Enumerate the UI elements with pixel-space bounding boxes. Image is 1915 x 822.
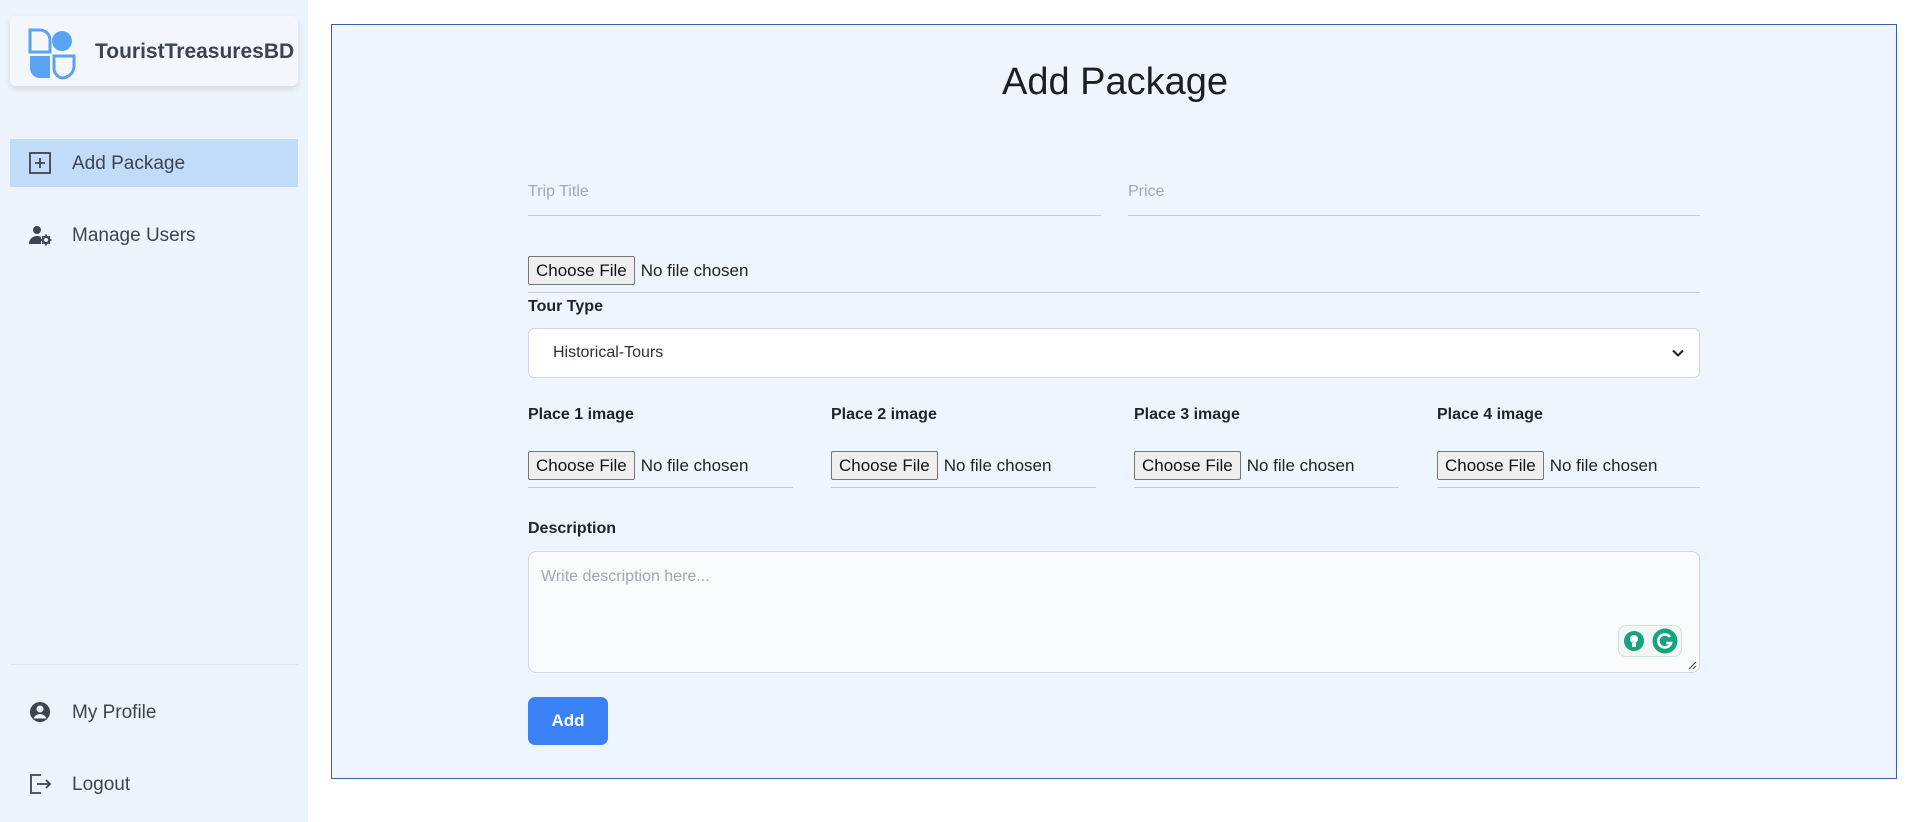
- description-textarea[interactable]: [529, 552, 1699, 672]
- price-field: [1128, 168, 1700, 216]
- main-image-field: Choose File No file chosen: [528, 249, 1700, 293]
- description-field: [528, 551, 1700, 673]
- resize-grip-icon[interactable]: [1687, 660, 1697, 670]
- sidebar-item-label: Logout: [72, 774, 131, 795]
- main-image-choose-button[interactable]: Choose File: [528, 256, 635, 285]
- grammarly-widget[interactable]: [1618, 625, 1682, 657]
- tour-type-selected-value: Historical-Tours: [553, 344, 664, 361]
- add-button[interactable]: Add: [528, 697, 608, 745]
- grammarly-g-icon: [1652, 628, 1677, 654]
- place-4-image-field: Choose File No file chosen: [1437, 444, 1700, 488]
- sidebar-item-label: Manage Users: [72, 225, 196, 246]
- sidebar-item-manage-users[interactable]: Manage Users: [10, 211, 298, 259]
- trip-title-field: [528, 168, 1101, 216]
- lightbulb-icon: [1623, 631, 1644, 651]
- place-4-image-label: Place 4 image: [1437, 406, 1543, 423]
- place-3-image-field: Choose File No file chosen: [1134, 444, 1399, 488]
- trip-title-input[interactable]: [528, 168, 1101, 215]
- place-1-image-field: Choose File No file chosen: [528, 444, 793, 488]
- page-title: Add Package: [1001, 61, 1229, 103]
- logout-icon: [30, 774, 52, 794]
- brand-card[interactable]: TouristTreasuresBD: [10, 16, 298, 86]
- place-3-choose-button[interactable]: Choose File: [1134, 451, 1241, 480]
- tour-type-select[interactable]: Historical-Tours: [528, 328, 1700, 378]
- sidebar-item-add-package[interactable]: Add Package: [10, 139, 298, 187]
- price-input[interactable]: [1128, 168, 1700, 215]
- chevron-down-icon: [1672, 349, 1684, 357]
- user-circle-icon: [30, 702, 50, 722]
- sidebar-item-logout[interactable]: Logout: [10, 760, 298, 808]
- place-4-choose-button[interactable]: Choose File: [1437, 451, 1544, 480]
- plus-square-icon: [29, 152, 51, 174]
- file-status: No file chosen: [640, 260, 749, 280]
- place-1-image-label: Place 1 image: [528, 406, 634, 423]
- file-status: No file chosen: [640, 455, 749, 475]
- sidebar-divider: [10, 664, 298, 665]
- place-3-image-label: Place 3 image: [1134, 406, 1240, 423]
- file-status: No file chosen: [1549, 455, 1658, 475]
- sidebar-item-label: My Profile: [72, 702, 157, 723]
- user-gear-icon: [29, 226, 52, 246]
- shapes-logo-icon: [28, 28, 76, 80]
- brand-name: TouristTreasuresBD: [95, 40, 295, 63]
- file-status: No file chosen: [943, 455, 1052, 475]
- add-package-form: Add Package Choose File No file chosen T…: [331, 24, 1897, 779]
- place-2-image-field: Choose File No file chosen: [831, 444, 1096, 488]
- file-status: No file chosen: [1246, 455, 1355, 475]
- tour-type-label: Tour Type: [528, 298, 603, 315]
- sidebar: TouristTreasuresBD Add Package Manage Us…: [0, 0, 308, 822]
- place-2-image-label: Place 2 image: [831, 406, 937, 423]
- place-2-choose-button[interactable]: Choose File: [831, 451, 938, 480]
- sidebar-item-my-profile[interactable]: My Profile: [10, 688, 298, 736]
- place-1-choose-button[interactable]: Choose File: [528, 451, 635, 480]
- sidebar-item-label: Add Package: [72, 153, 186, 174]
- description-label: Description: [528, 520, 617, 537]
